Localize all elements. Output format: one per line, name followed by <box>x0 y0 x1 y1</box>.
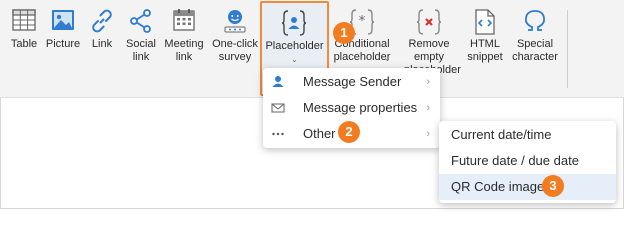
one-click-survey-label: One-click survey <box>212 38 258 63</box>
envelope-icon <box>271 95 287 121</box>
submenu-item-future-date[interactable]: Future date / due date <box>439 148 616 174</box>
step-badge-1: 1 <box>333 22 355 44</box>
placeholder-label: Placeholder <box>265 40 324 52</box>
omega-icon <box>522 8 548 38</box>
person-icon <box>271 69 287 95</box>
social-link-label: Social link <box>126 38 156 63</box>
menu-item-label: Message properties <box>303 100 418 115</box>
svg-text:*: * <box>359 14 366 29</box>
chevron-right-icon: › <box>426 76 430 88</box>
menu-item-message-sender[interactable]: Message Sender › <box>263 69 440 95</box>
menu-item-message-properties[interactable]: Message properties › <box>263 95 440 121</box>
table-icon <box>12 8 36 36</box>
link-label: Link <box>91 38 113 50</box>
placeholder-chevron-icon: ⌄ <box>291 55 298 64</box>
special-character-label: Special character <box>512 38 558 63</box>
submenu-item-label: Future date / due date <box>451 153 579 168</box>
table-label: Table <box>10 38 38 50</box>
placeholder-icon <box>281 9 307 42</box>
menu-item-label: Other <box>303 126 336 141</box>
menu-item-label: Message Sender <box>303 74 402 89</box>
remove-placeholder-icon <box>416 8 442 40</box>
step-badge-3: 3 <box>542 175 564 197</box>
step-badge-2: 2 <box>338 121 360 143</box>
submenu-item-qr-code-image[interactable]: QR Code image <box>439 174 616 200</box>
more-icon <box>271 121 287 147</box>
submenu-item-label: Current date/time <box>451 127 552 142</box>
share-icon <box>128 8 154 38</box>
calendar-icon <box>172 8 196 36</box>
conditional-chevron-icon: ⌄ <box>384 54 391 63</box>
html-snippet-label: HTML snippet <box>467 38 503 63</box>
link-icon <box>89 8 115 38</box>
meeting-link-label: Meeting link <box>164 38 204 63</box>
other-submenu: Current date/time Future date / due date… <box>439 121 616 203</box>
survey-icon <box>222 8 248 38</box>
submenu-item-current-date-time[interactable]: Current date/time <box>439 122 616 148</box>
chevron-right-icon: › <box>426 128 430 140</box>
html-file-icon <box>473 8 497 40</box>
submenu-item-label: QR Code image <box>451 179 545 194</box>
chevron-right-icon: › <box>426 102 430 114</box>
ribbon-separator <box>567 10 568 88</box>
picture-label: Picture <box>45 38 81 50</box>
picture-icon <box>51 8 75 36</box>
